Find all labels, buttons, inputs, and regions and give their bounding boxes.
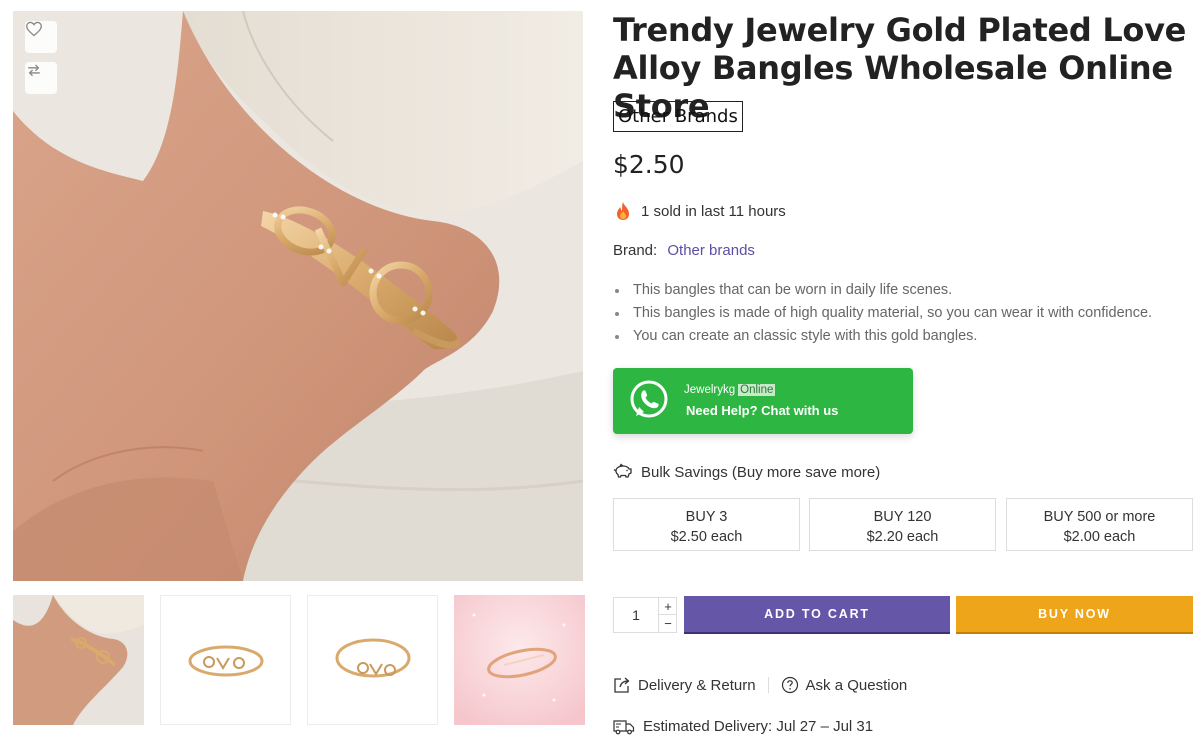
delivery-return-link[interactable]: Delivery & Return <box>613 676 756 694</box>
bulk-savings-text: Bulk Savings (Buy more save more) <box>641 463 881 481</box>
ask-question-link[interactable]: Ask a Question <box>781 676 908 694</box>
estimated-delivery: Estimated Delivery: Jul 27 – Jul 31 <box>613 718 873 735</box>
bulk-tier-120[interactable]: BUY 120 $2.20 each <box>809 498 996 551</box>
question-circle-icon <box>781 676 798 694</box>
thumbnail-white-2[interactable] <box>307 595 438 725</box>
whatsapp-agent-name: Jewelrykg <box>684 384 736 396</box>
delivery-return-label: Delivery & Return <box>638 676 756 694</box>
share-box-icon <box>614 677 630 693</box>
add-to-cart-button[interactable]: ADD TO CART <box>684 596 950 634</box>
feature-item: This bangles that can be worn in daily l… <box>613 279 1152 302</box>
compare-icon <box>28 64 40 77</box>
whatsapp-icon <box>630 380 668 418</box>
tier-price: $2.00 each <box>1063 529 1136 545</box>
tier-price: $2.50 each <box>670 529 743 545</box>
product-info: Trendy Jewelry Gold Plated Love Alloy Ba… <box>613 0 1193 748</box>
bulk-tier-500[interactable]: BUY 500 or more $2.00 each <box>1006 498 1193 551</box>
quantity-stepper: + − <box>613 597 677 633</box>
wishlist-button[interactable] <box>25 21 57 53</box>
bulk-tier-3[interactable]: BUY 3 $2.50 each <box>613 498 800 551</box>
feature-item: You can create an classic style with thi… <box>613 325 1152 348</box>
thumb-white-1-image <box>161 596 290 724</box>
tier-quantity: BUY 3 <box>685 509 728 525</box>
brand-label: Brand: <box>613 242 658 259</box>
heart-icon <box>26 21 42 37</box>
tier-price: $2.20 each <box>866 529 939 545</box>
thumb-white-2-image <box>308 596 437 724</box>
whatsapp-chat-button[interactable]: Jewelrykg Online Need Help? Chat with us <box>613 368 913 434</box>
whatsapp-agent: Jewelrykg Online <box>684 384 776 396</box>
bulk-savings-heading: Bulk Savings (Buy more save more) <box>613 463 880 481</box>
brand-link[interactable]: Other brands <box>667 242 755 259</box>
feature-item: This bangles is made of high quality mat… <box>613 302 1152 325</box>
sold-text: 1 sold in last 11 hours <box>641 202 786 220</box>
brand-line: Brand: Other brands <box>613 242 755 259</box>
whatsapp-status: Online <box>738 384 776 396</box>
piggy-bank-icon <box>613 463 632 478</box>
product-links: Delivery & Return Ask a Question <box>613 676 907 694</box>
estimated-delivery-text: Estimated Delivery: Jul 27 – Jul 31 <box>643 718 874 735</box>
tier-quantity: BUY 500 or more <box>1043 509 1156 525</box>
product-price: $2.50 <box>613 150 685 179</box>
quantity-decrease-button[interactable]: − <box>658 615 677 632</box>
thumbnail-pink[interactable] <box>454 595 585 725</box>
link-divider <box>767 677 769 693</box>
compare-button[interactable] <box>25 62 57 94</box>
thumb-pink-image <box>454 595 585 725</box>
tier-quantity: BUY 120 <box>873 509 932 525</box>
quantity-increase-button[interactable]: + <box>658 598 677 615</box>
thumbnail-strip <box>13 595 585 725</box>
product-features: This bangles that can be worn in daily l… <box>613 279 1152 348</box>
truck-icon <box>613 719 635 734</box>
main-product-image[interactable] <box>13 11 583 581</box>
buy-now-button[interactable]: BUY NOW <box>956 596 1193 634</box>
whatsapp-help-text: Need Help? Chat with us <box>686 403 839 418</box>
thumbnail-wrist[interactable] <box>13 595 144 725</box>
ask-question-label: Ask a Question <box>805 676 908 694</box>
thumbnail-white-1[interactable] <box>160 595 291 725</box>
quantity-input[interactable] <box>614 598 658 632</box>
sold-indicator: 1 sold in last 11 hours <box>613 201 786 221</box>
brand-badge[interactable]: Other Brands <box>613 101 743 132</box>
thumb-wrist-image <box>13 595 144 725</box>
bangle-on-wrist-image <box>13 11 583 581</box>
fire-icon <box>617 202 629 220</box>
